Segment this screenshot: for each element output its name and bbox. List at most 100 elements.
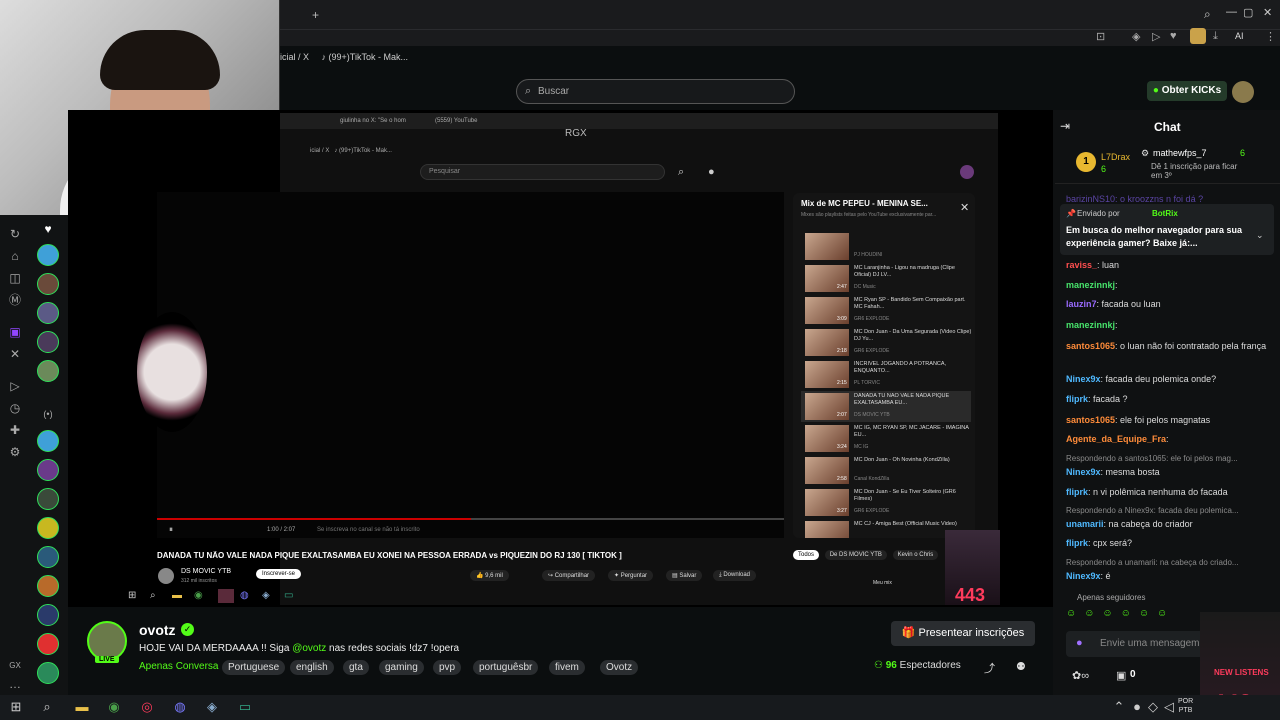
- channel-avatar[interactable]: [37, 331, 59, 353]
- profile-avatar[interactable]: [1190, 28, 1206, 44]
- chat-message[interactable]: Ninex9x: mesma bosta: [1066, 466, 1271, 478]
- channel-avatar[interactable]: [37, 360, 59, 382]
- channel-avatar[interactable]: [37, 517, 59, 539]
- chat-username[interactable]: fliprk: [1066, 487, 1088, 497]
- channel-avatar[interactable]: [37, 575, 59, 597]
- search-icon[interactable]: ⌕: [678, 166, 684, 179]
- chat-username[interactable]: Agente_da_Equipe_Fra: [1066, 434, 1166, 444]
- chat-username[interactable]: Ninex9x: [1066, 374, 1101, 384]
- bookmark-tiktok[interactable]: (99+)TikTok - Mak...: [329, 52, 408, 62]
- youtube-channel-name[interactable]: DS MOVIC YTB: [181, 568, 231, 575]
- chat-message[interactable]: fliprk: n vi polêmica nenhuma do facada: [1066, 486, 1271, 498]
- menu-icon[interactable]: ⋮: [1265, 30, 1276, 43]
- stream-mention[interactable]: @ovotz: [292, 643, 326, 654]
- stream-category[interactable]: Apenas Conversa: [139, 661, 219, 672]
- download-button[interactable]: ⤓ Download: [713, 570, 757, 581]
- chat-message[interactable]: lauzin7: facada ou luan: [1066, 298, 1271, 310]
- windows-icon[interactable]: ⊞: [128, 590, 136, 601]
- chat-message[interactable]: fliprk: cpx será?: [1066, 537, 1271, 549]
- mix-item[interactable]: MC Don Juan - Se Eu Tiver Solteiro (GR6 …: [801, 487, 971, 518]
- m-icon[interactable]: Ⓜ: [6, 291, 24, 309]
- inner-tab[interactable]: (5559) YouTube: [435, 118, 477, 124]
- windows-icon[interactable]: ⊞: [7, 698, 25, 716]
- twitch-icon[interactable]: ▣: [6, 323, 24, 341]
- discord-icon[interactable]: ◍: [171, 698, 189, 716]
- chat-username[interactable]: Ninex9x: [1066, 467, 1101, 477]
- subscribe-button[interactable]: Inscrever-se: [256, 569, 302, 579]
- mix-item[interactable]: MC IG, MC RYAN SP, MC JACARÉ - IMAGINA E…: [801, 423, 971, 454]
- new-tab-icon[interactable]: +: [312, 8, 319, 22]
- opera-gx-icon[interactable]: ◎: [138, 698, 156, 716]
- heart-icon[interactable]: ♥: [39, 220, 57, 238]
- more-icon[interactable]: …: [6, 675, 24, 693]
- mix-item[interactable]: MC Ryan SP - Bandido Sem Compaixão part.…: [801, 295, 971, 326]
- share-icon[interactable]: ⤴: [984, 660, 995, 676]
- channel-avatar[interactable]: [37, 546, 59, 568]
- minimize-icon[interactable]: —: [1226, 6, 1237, 18]
- settings-icon[interactable]: ⚙: [6, 443, 24, 461]
- stream-tag[interactable]: gta: [343, 660, 369, 675]
- progress-bar[interactable]: [157, 518, 784, 520]
- channel-avatar[interactable]: [37, 244, 59, 266]
- chat-message[interactable]: santos1065: ele foi pelos magnatas: [1066, 414, 1271, 426]
- maximize-icon[interactable]: ▢: [1243, 6, 1253, 19]
- gamepad-icon[interactable]: ⌂: [6, 247, 24, 265]
- stream-tag[interactable]: fivem: [549, 660, 585, 675]
- stream-tag[interactable]: Ovotz: [600, 660, 639, 675]
- collapse-chat-icon[interactable]: ⇥: [1060, 119, 1070, 133]
- puzzle-icon[interactable]: ✚: [6, 421, 24, 439]
- ai-label[interactable]: AI: [1235, 31, 1244, 41]
- opera-icon[interactable]: [218, 589, 234, 603]
- pinned-message[interactable]: 📌 Enviado por BotRix Em busca do melhor …: [1060, 204, 1274, 255]
- save-button[interactable]: ▤ Salvar: [666, 570, 703, 581]
- leader-name[interactable]: L7Drax: [1101, 152, 1130, 162]
- clock-icon[interactable]: ◷: [6, 399, 24, 417]
- chat-username[interactable]: lauzin7: [1066, 299, 1097, 309]
- chat-username[interactable]: Ninex9x: [1066, 571, 1101, 581]
- app-icon[interactable]: ▭: [236, 698, 254, 716]
- user-avatar[interactable]: [1232, 81, 1254, 103]
- chat-username[interactable]: santos1065: [1066, 415, 1115, 425]
- chat-username[interactable]: raviss_: [1066, 260, 1097, 270]
- mix-tab[interactable]: Todos: [793, 550, 820, 560]
- chat-username[interactable]: fliprk: [1066, 394, 1088, 404]
- chat-message[interactable]: manezinnkj:: [1066, 319, 1271, 331]
- play-icon[interactable]: ▷: [6, 377, 24, 395]
- channel-avatar[interactable]: [37, 633, 59, 655]
- mix-item[interactable]: MC Laranjinha - Ligou na madruga (Clipe …: [801, 263, 971, 294]
- app-icon[interactable]: ▭: [284, 590, 293, 601]
- folder-icon[interactable]: ▬: [73, 698, 91, 716]
- share-button[interactable]: ↪ Compartilhar: [542, 570, 596, 581]
- youtube-avatar[interactable]: [960, 165, 974, 179]
- cube-icon[interactable]: ◫: [6, 269, 24, 287]
- channel-avatar[interactable]: [37, 604, 59, 626]
- stream-tag[interactable]: gaming: [379, 660, 424, 675]
- search-icon[interactable]: ⌕: [38, 698, 56, 716]
- download-icon[interactable]: ⤓: [1213, 30, 1218, 43]
- leader-name[interactable]: mathewfps_7: [1153, 148, 1207, 158]
- keyboard-lang[interactable]: POR PTB: [1178, 697, 1193, 715]
- obtain-kicks-button[interactable]: ● Obter KICKs: [1147, 81, 1227, 101]
- steam-icon[interactable]: ◈: [203, 698, 221, 716]
- channel-avatar[interactable]: [158, 568, 174, 584]
- follow-icon[interactable]: ⚉: [1016, 660, 1026, 673]
- chat-username[interactable]: unamarii: [1066, 519, 1104, 529]
- channel-avatar[interactable]: [37, 302, 59, 324]
- chat-username[interactable]: fliprk: [1066, 538, 1088, 548]
- mix-item[interactable]: DANADA TU NÃO VALE NADA PIQUE EXALTASAMB…: [801, 391, 971, 422]
- stream-tag[interactable]: pvp: [433, 660, 462, 675]
- mic-icon[interactable]: ●: [708, 166, 715, 178]
- channel-avatar[interactable]: [37, 488, 59, 510]
- ask-button[interactable]: ✦ Perguntar: [608, 570, 654, 581]
- chat-message[interactable]: manezinnkj:: [1066, 279, 1271, 291]
- chevron-up-icon[interactable]: ⌃: [1110, 698, 1128, 716]
- stream-tag[interactable]: portuguêsbr: [473, 660, 539, 675]
- history-icon[interactable]: ↻: [6, 225, 24, 243]
- mix-tab[interactable]: De DS MOVIC YTB: [824, 550, 887, 560]
- close-icon[interactable]: ✕: [960, 201, 969, 214]
- chat-message[interactable]: raviss_: luan: [1066, 259, 1271, 271]
- gift-subs-button[interactable]: 🎁 Presentear inscrições: [891, 621, 1035, 646]
- mix-item[interactable]: PJ HOUDINI: [801, 231, 971, 262]
- chat-username[interactable]: manezinnkj: [1066, 280, 1115, 290]
- chat-message[interactable]: Agente_da_Equipe_Fra:: [1066, 433, 1271, 445]
